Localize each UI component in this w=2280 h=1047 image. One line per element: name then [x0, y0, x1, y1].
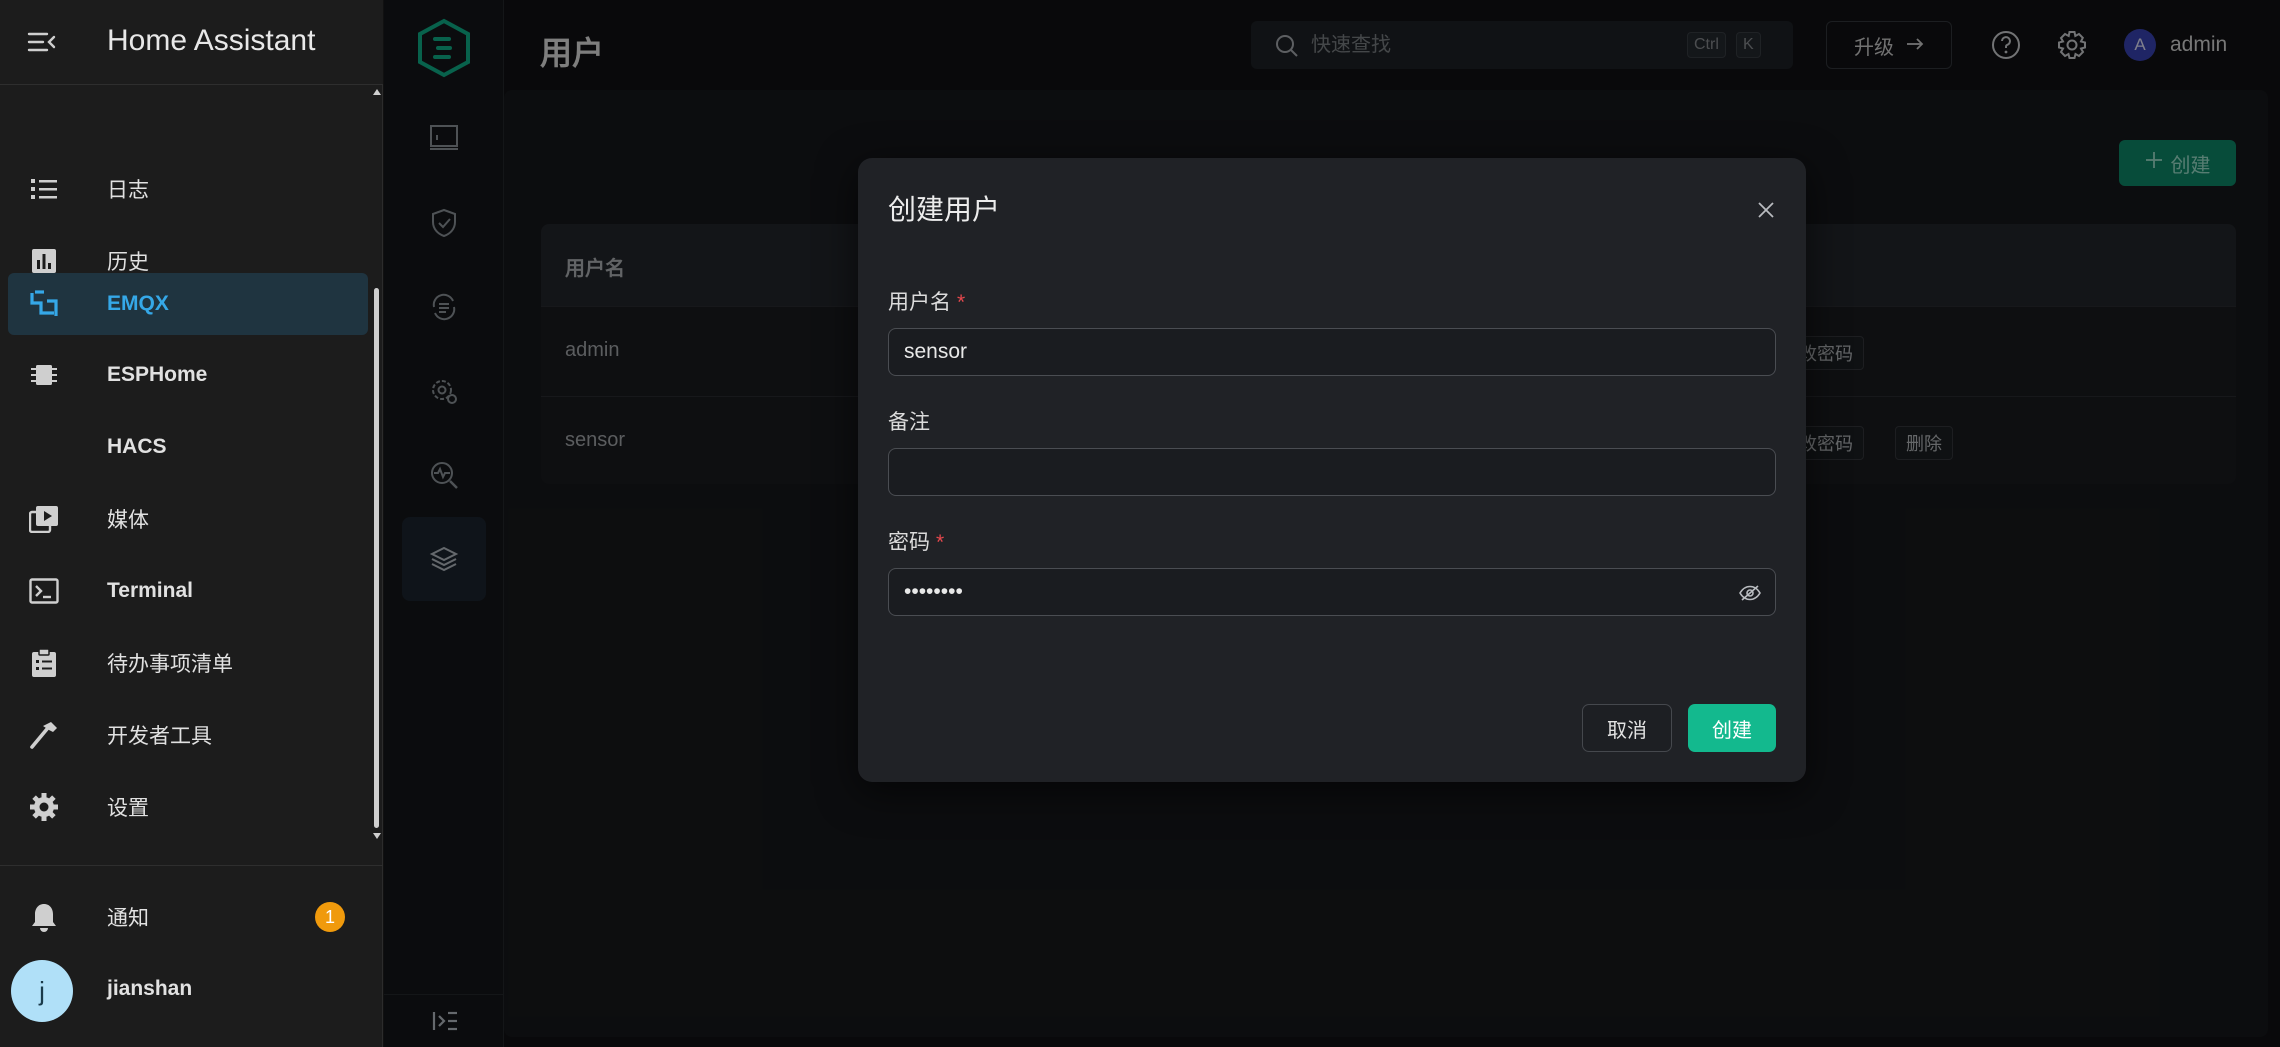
password-label: 密码 * — [888, 531, 945, 554]
sidebar-scrollbar[interactable] — [372, 88, 381, 839]
password-input[interactable] — [904, 576, 1724, 608]
sidebar-item-terminal[interactable]: Terminal — [8, 560, 368, 622]
cancel-button[interactable]: 取消 — [1582, 704, 1672, 752]
notification-count-badge: 1 — [315, 902, 345, 932]
username-input[interactable] — [904, 336, 1724, 368]
chip-icon — [28, 359, 60, 391]
close-icon[interactable] — [1754, 198, 1778, 222]
sidebar-item-label: 设置 — [107, 797, 149, 820]
sidebar-item-emqx[interactable]: EMQX — [8, 273, 368, 335]
ha-sidebar-header: Home Assistant — [0, 0, 383, 85]
username-field[interactable] — [888, 328, 1776, 376]
submit-create-button[interactable]: 创建 — [1688, 704, 1776, 752]
sidebar-item-label: Terminal — [107, 579, 193, 602]
password-field[interactable] — [888, 568, 1776, 616]
remark-field[interactable] — [888, 448, 1776, 496]
sidebar-item-notifications[interactable]: 通知 1 — [8, 886, 368, 948]
list-icon — [28, 173, 60, 205]
ha-nav-list: 能源 日志 历史 EMQX ESPHome HACS 媒体 Terminal — [0, 60, 383, 845]
scrollbar-thumb[interactable] — [374, 288, 379, 828]
terminal-icon — [28, 575, 60, 607]
create-user-dialog: 创建用户 用户名* 备注 密码* 取消 创建 — [858, 158, 1806, 782]
emqx-icon — [28, 288, 60, 320]
username-label: 用户名 * — [888, 291, 966, 314]
sidebar-item-settings[interactable]: 设置 — [8, 776, 368, 838]
sidebar-divider — [0, 865, 383, 866]
clipboard-list-icon — [28, 647, 60, 679]
gear-icon — [28, 791, 60, 823]
sidebar-item-label: 日志 — [107, 179, 149, 202]
sidebar-item-esphome[interactable]: ESPHome — [8, 344, 368, 406]
avatar[interactable]: j — [11, 960, 73, 1022]
sidebar-item-label: 媒体 — [107, 509, 149, 532]
profile-name[interactable]: jianshan — [107, 977, 192, 1001]
dialog-title: 创建用户 — [888, 194, 1001, 225]
ha-sidebar: Home Assistant 能源 日志 历史 EMQX ESPHome HAC… — [0, 0, 383, 1047]
sidebar-item-label: 开发者工具 — [107, 725, 212, 748]
hammer-icon — [28, 719, 60, 751]
sidebar-item-label: 待办事项清单 — [107, 653, 233, 676]
sidebar-item-label: ESPHome — [107, 363, 208, 386]
sidebar-item-media[interactable]: 媒体 — [8, 488, 368, 550]
remark-input[interactable] — [904, 456, 1724, 488]
app-title: Home Assistant — [107, 24, 316, 57]
menu-collapse-icon[interactable] — [22, 22, 62, 62]
sidebar-item-hacs[interactable]: HACS — [8, 416, 368, 478]
bell-icon — [28, 901, 60, 933]
remark-label: 备注 — [888, 411, 930, 434]
sidebar-item-label: HACS — [107, 435, 167, 458]
eye-off-icon[interactable] — [1737, 581, 1763, 605]
sidebar-item-logbook[interactable]: 日志 — [8, 158, 368, 220]
sidebar-item-label: EMQX — [107, 292, 169, 315]
sidebar-item-developer-tools[interactable]: 开发者工具 — [8, 704, 368, 766]
sidebar-item-todo[interactable]: 待办事项清单 — [8, 632, 368, 694]
sidebar-item-label: 历史 — [107, 251, 149, 274]
play-box-icon — [28, 503, 60, 535]
sidebar-item-label: 通知 — [107, 907, 149, 930]
